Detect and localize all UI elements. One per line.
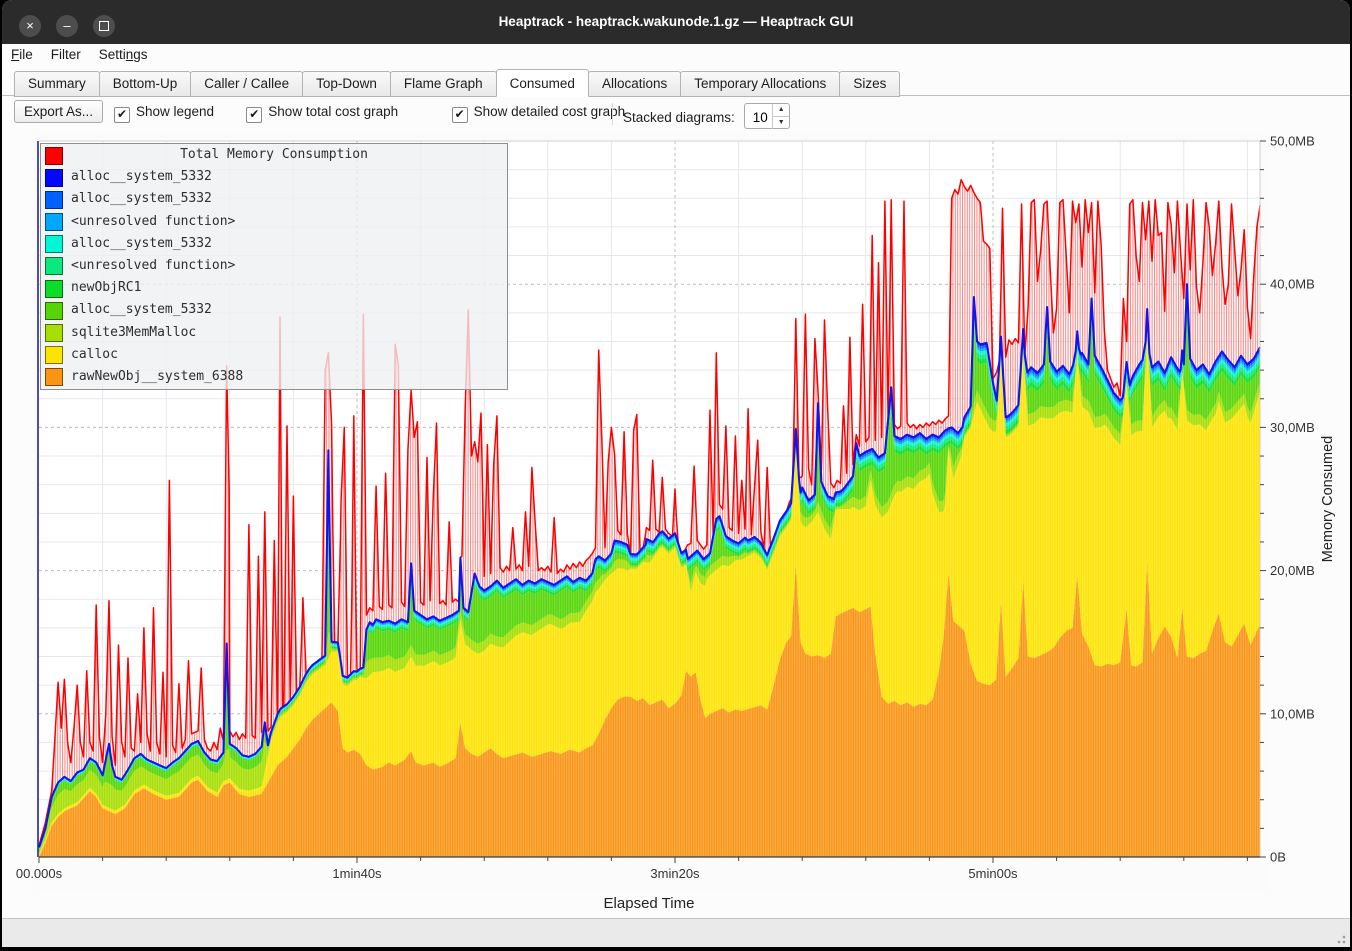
tab-summary[interactable]: Summary	[14, 71, 100, 97]
legend-label: alloc__system_5332	[71, 233, 212, 255]
checkbox-box[interactable]: ✔	[114, 107, 130, 123]
y-axis-tick-label: 10,0MB	[1270, 706, 1315, 721]
tab-bottom-up[interactable]: Bottom-Up	[99, 71, 192, 97]
x-axis-tick-label: 5min00s	[968, 866, 1018, 881]
checkbox-label: Show total cost graph	[268, 104, 398, 119]
title-bar[interactable]: × – Heaptrack - heaptrack.wakunode.1.gz …	[2, 0, 1350, 44]
checkbox-label: Show detailed cost graph	[474, 104, 626, 119]
checkbox-box[interactable]: ✔	[246, 107, 262, 123]
menu-item-filter[interactable]: Filter	[42, 44, 90, 65]
tab-caller-callee[interactable]: Caller / Callee	[190, 71, 303, 97]
legend-label: sqlite3MemMalloc	[71, 322, 196, 344]
checkbox-show-legend[interactable]: ✔ Show legend	[114, 103, 214, 123]
legend-swatch-icon	[45, 324, 63, 342]
stacked-diagrams-spinbox[interactable]: ▲ ▼	[744, 103, 790, 129]
legend-item: newObjRC1	[41, 277, 507, 299]
legend-item: calloc	[41, 344, 507, 366]
tab-sizes[interactable]: Sizes	[839, 71, 900, 97]
export-as-button[interactable]: Export As...	[14, 100, 103, 123]
tab-allocations[interactable]: Allocations	[588, 71, 681, 97]
legend-swatch-icon	[45, 213, 63, 231]
toolbar: Export As... ✔ Show legend ✔ Show total cos…	[2, 96, 1350, 130]
tab-temporary-allocations[interactable]: Temporary Allocations	[680, 71, 840, 97]
spin-down-arrow-icon[interactable]: ▼	[772, 116, 789, 129]
legend-item: alloc__system_5332	[41, 188, 507, 210]
legend-swatch-icon	[45, 302, 63, 320]
checkbox-label: Show legend	[136, 104, 214, 119]
stacked-diagrams-control: Stacked diagrams: ▲ ▼	[612, 103, 790, 125]
window-title: Heaptrack - heaptrack.wakunode.1.gz — He…	[2, 0, 1350, 44]
y-axis-tick-label: 0B	[1270, 850, 1286, 865]
memory-consumed-chart[interactable]: 0B 10,0MB 20,0MB 30,0MB 40,0MB 50,0MB 00.000s 1…	[2, 130, 1350, 918]
tab-bar: SummaryBottom-UpCaller / CalleeTop-DownF…	[2, 68, 1350, 96]
menu-bar: FileFilterSettings	[2, 44, 1350, 68]
legend-label: calloc	[71, 344, 118, 366]
legend-label: <unresolved function>	[71, 255, 235, 277]
tab-consumed[interactable]: Consumed	[496, 69, 589, 97]
legend-swatch-icon	[45, 235, 63, 253]
spin-up-arrow-icon[interactable]: ▲	[772, 104, 789, 116]
legend-label: newObjRC1	[71, 277, 141, 299]
stacked-diagrams-value[interactable]	[745, 104, 775, 130]
legend-item: Total Memory Consumption	[41, 144, 507, 166]
legend-item: sqlite3MemMalloc	[41, 322, 507, 344]
status-bar	[2, 918, 1350, 947]
legend-label: <unresolved function>	[71, 211, 235, 233]
x-axis-tick-label: 00.000s	[16, 866, 63, 881]
chart-legend: Total Memory Consumptionalloc__system_53…	[40, 143, 508, 390]
legend-swatch-icon	[45, 368, 63, 386]
checkbox-show-detailed-cost-graph[interactable]: ✔ Show detailed cost graph	[452, 103, 626, 123]
legend-item: <unresolved function>	[41, 211, 507, 233]
checkbox-show-total-cost-graph[interactable]: ✔ Show total cost graph	[246, 103, 398, 123]
legend-label: rawNewObj__system_6388	[71, 366, 243, 388]
y-axis-tick-label: 30,0MB	[1270, 420, 1315, 435]
heaptrack-window: × – Heaptrack - heaptrack.wakunode.1.gz …	[0, 0, 1352, 951]
stacked-diagrams-label: Stacked diagrams:	[623, 110, 735, 125]
legend-label: alloc__system_5332	[71, 188, 212, 210]
legend-item: rawNewObj__system_6388	[41, 366, 507, 388]
y-axis-tick-label: 20,0MB	[1270, 563, 1315, 578]
tab-flame-graph[interactable]: Flame Graph	[390, 71, 497, 97]
menu-item-file[interactable]: File	[2, 44, 42, 65]
resize-grip[interactable]	[1334, 932, 1346, 944]
legend-label: alloc__system_5332	[71, 166, 212, 188]
y-axis-tick-label: 50,0MB	[1270, 134, 1315, 149]
tab-top-down[interactable]: Top-Down	[302, 71, 391, 97]
legend-swatch-icon	[45, 346, 63, 364]
legend-swatch-icon	[45, 257, 63, 275]
legend-item: alloc__system_5332	[41, 166, 507, 188]
legend-label: Total Memory Consumption	[41, 144, 507, 166]
legend-label: alloc__system_5332	[71, 299, 212, 321]
legend-swatch-icon	[45, 191, 63, 209]
menu-item-settings[interactable]: Settings	[90, 44, 157, 65]
legend-swatch-icon	[45, 169, 63, 187]
x-axis-tick-label: 1min40s	[332, 866, 382, 881]
window-frame: × – Heaptrack - heaptrack.wakunode.1.gz …	[2, 0, 1350, 947]
legend-swatch-icon	[45, 280, 63, 298]
y-axis-title: Memory Consumed	[1320, 436, 1336, 563]
legend-item: alloc__system_5332	[41, 233, 507, 255]
x-axis-title: Elapsed Time	[604, 895, 695, 912]
legend-item: alloc__system_5332	[41, 299, 507, 321]
checkbox-box[interactable]: ✔	[452, 107, 468, 123]
x-axis-tick-label: 3min20s	[650, 866, 700, 881]
legend-item: <unresolved function>	[41, 255, 507, 277]
y-axis-tick-label: 40,0MB	[1270, 277, 1315, 292]
